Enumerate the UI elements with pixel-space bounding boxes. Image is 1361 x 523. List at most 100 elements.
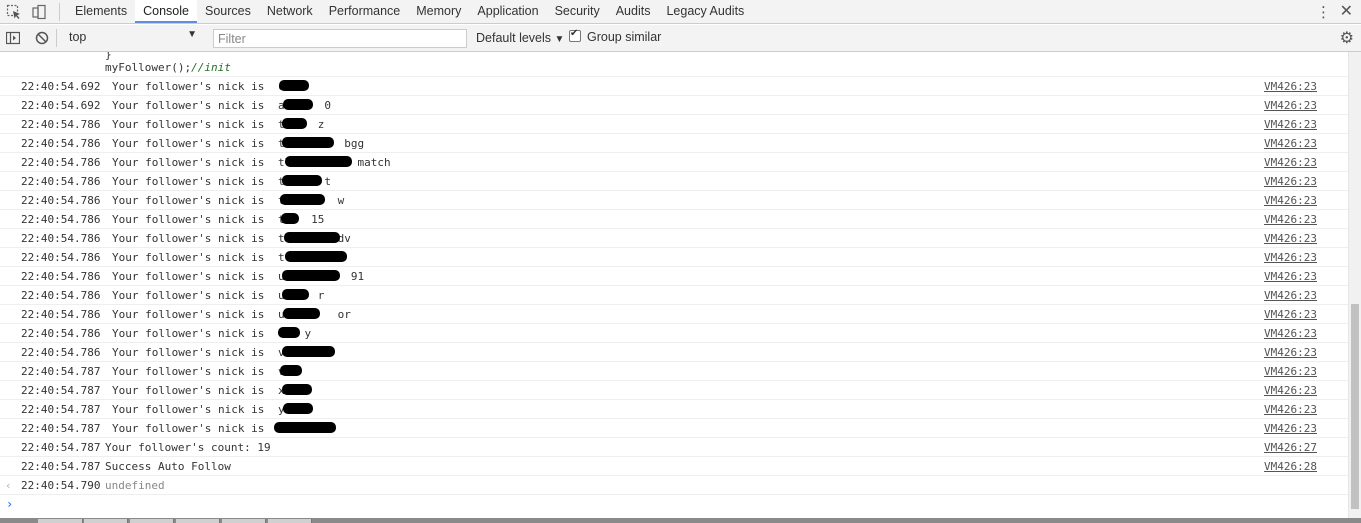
log-timestamp: 22:40:54.790 [21,479,101,492]
tab-memory[interactable]: Memory [408,0,469,23]
console-prompt[interactable]: › [0,494,1348,513]
drawer-segment [130,519,174,523]
console-log-row: 22:40:54.786 Your follower's nick is to 15… [0,209,1348,228]
devtools-tab-bar: Elements Console Sources Network Performance… [0,0,1361,24]
panel-tabs: Elements Console Sources Network Performance… [67,0,752,24]
log-message: Your follower's nick is [112,308,265,321]
source-link[interactable]: VM426:23 [1264,191,1317,210]
source-link[interactable]: VM426:23 [1264,286,1317,305]
scrollbar-thumb[interactable] [1351,304,1359,509]
redaction-mark [281,213,299,224]
console-log-row: 22:40:54.786Your follower's nick ist bgg… [0,133,1348,152]
log-message: Your follower's nick is [112,384,265,397]
log-timestamp: 22:40:54.786 [21,156,101,169]
log-timestamp: 22:40:54.786 [21,175,101,188]
source-link[interactable]: VM426:23 [1264,381,1317,400]
console-result-row: ‹ 22:40:54.790 undefined [0,475,1348,494]
console-log-row: 22:40:54.786 Your follower's nick is t dv V… [0,228,1348,247]
source-link[interactable]: VM426:23 [1264,248,1317,267]
console-log-row: 22:40:54.692Your follower's nick iscVM42… [0,76,1348,95]
log-timestamp: 22:40:54.787 [21,441,101,454]
source-link[interactable]: VM426:23 [1264,96,1317,115]
console-log-row: 22:40:54.786Your follower's nick istl ma… [0,152,1348,171]
gear-icon[interactable]: ⚙ [1340,28,1354,48]
source-link[interactable]: VM426:23 [1264,172,1317,191]
device-toolbar-icon[interactable] [31,4,47,20]
inspect-element-icon[interactable] [6,4,22,20]
tab-network[interactable]: Network [259,0,321,23]
tab-security[interactable]: Security [547,0,608,23]
console-output[interactable]: } myFollower();//init 22:40:54.692 Your f… [0,52,1348,518]
log-timestamp: 22:40:54.787 [21,422,101,435]
source-link[interactable]: VM426:23 [1264,115,1317,134]
source-link[interactable]: VM426:23 [1264,305,1317,324]
log-timestamp: 22:40:54.692 [21,80,101,93]
log-message: Your follower's nick is [112,80,265,93]
source-link[interactable]: VM426:23 [1264,267,1317,286]
log-message: Your follower's nick is [112,213,265,226]
log-timestamp: 22:40:54.786 [21,346,101,359]
more-options-icon[interactable]: ⋮ [1316,3,1331,21]
redaction-mark [284,232,340,243]
log-timestamp: 22:40:54.787 [21,460,101,473]
log-timestamp: 22:40:54.692 [21,99,101,112]
source-link[interactable]: VM426:23 [1264,419,1317,438]
source-link[interactable]: VM426:23 [1264,229,1317,248]
tab-legacy-audits[interactable]: Legacy Audits [658,0,752,23]
source-link[interactable]: VM426:23 [1264,153,1317,172]
drawer-segment [84,519,128,523]
log-levels-dropdown[interactable]: Default levels ▼ [476,31,564,45]
log-message: Your follower's nick is [112,289,265,302]
console-toolbar: top ▼ Default levels ▼ Group similar ⚙ [0,25,1361,52]
console-log-row: 22:40:54.786 Your follower's nick is t VM42… [0,247,1348,266]
source-link[interactable]: VM426:28 [1264,457,1317,476]
log-message: Your follower's nick is [112,99,265,112]
tab-sources[interactable]: Sources [197,0,259,23]
tab-audits[interactable]: Audits [608,0,659,23]
source-link[interactable]: VM426:27 [1264,438,1317,457]
console-log-row: 22:40:54.786Your follower's nick ist wVM… [0,190,1348,209]
source-link[interactable]: VM426:23 [1264,324,1317,343]
drawer-segment [176,519,220,523]
redaction-mark [282,384,312,395]
drawer-segment [268,519,312,523]
drawer-segment [222,519,266,523]
tab-elements[interactable]: Elements [67,0,135,23]
log-timestamp: 22:40:54.786 [21,213,101,226]
console-log-row: 22:40:54.786Your follower's nick isu 91V… [0,266,1348,285]
group-similar-checkbox[interactable]: Group similar [569,28,661,44]
show-sidebar-icon[interactable] [6,31,20,45]
checkbox-icon[interactable] [569,28,581,42]
redaction-mark [283,99,313,110]
tab-performance[interactable]: Performance [321,0,409,23]
redaction-mark [278,327,300,338]
log-timestamp: 22:40:54.786 [21,118,101,131]
source-link[interactable]: VM426:23 [1264,362,1317,381]
redaction-mark [283,403,313,414]
source-link[interactable]: VM426:23 [1264,77,1317,96]
close-devtools-icon[interactable]: ✕ [1340,2,1353,20]
filter-input[interactable] [213,29,467,48]
source-link[interactable]: VM426:23 [1264,134,1317,153]
source-link[interactable]: VM426:23 [1264,400,1317,419]
log-timestamp: 22:40:54.787 [21,365,101,378]
return-value-icon: ‹ [5,479,12,492]
redaction-mark [282,289,309,300]
source-link[interactable]: VM426:23 [1264,343,1317,362]
tab-application[interactable]: Application [469,0,546,23]
redaction-mark [283,308,320,319]
log-message: Your follower's nick is [112,251,265,264]
log-message: Your follower's nick is [112,175,265,188]
console-log-row: 22:40:54.787 Your follower's count: 19 VM4… [0,437,1348,456]
redaction-mark [282,175,322,186]
redaction-mark [282,137,334,148]
vertical-scrollbar[interactable] [1348,52,1361,518]
context-selector[interactable]: top ▼ [61,28,201,48]
redaction-mark [282,118,307,129]
log-message: Your follower's count: 19 [105,441,271,454]
code-comment: //init [191,61,231,74]
source-link[interactable]: VM426:23 [1264,210,1317,229]
tab-console[interactable]: Console [135,0,197,23]
clear-console-icon[interactable] [35,31,49,45]
console-log-row: 22:40:54.786 Your follower's nick is u or V… [0,304,1348,323]
